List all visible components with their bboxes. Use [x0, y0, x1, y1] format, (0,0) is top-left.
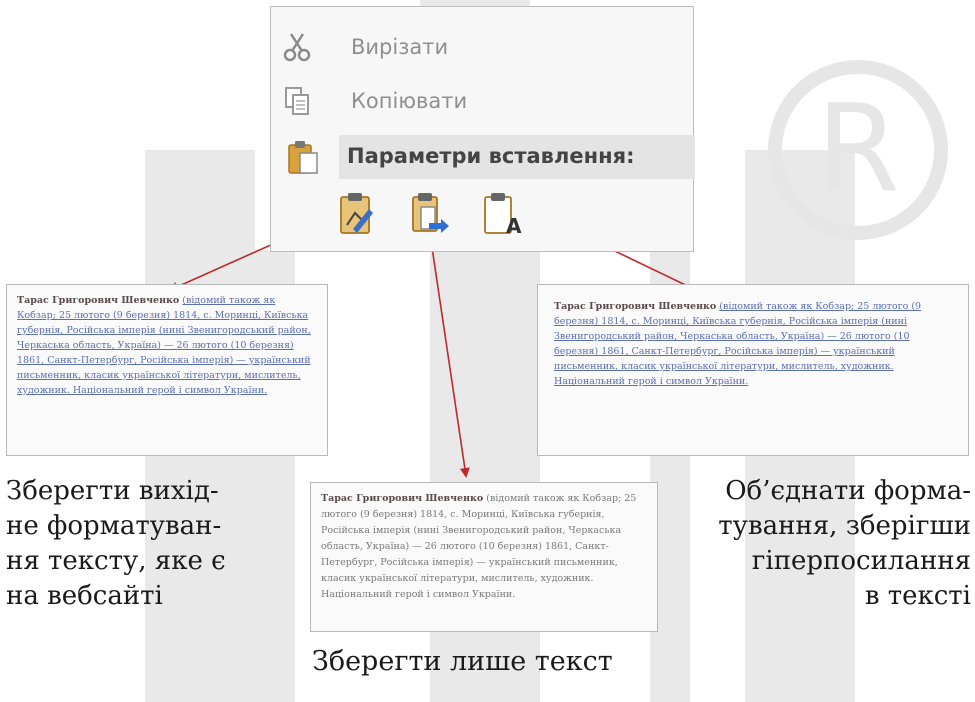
caption-right-line-3: гіперпосилання [751, 546, 971, 576]
svg-text:A: A [506, 214, 522, 238]
paste-text-only-icon[interactable]: A [479, 189, 525, 239]
menu-item-cut-label: Вирізати [351, 35, 449, 59]
paste-options-header: Параметри вставлення: [339, 135, 695, 179]
caption-right-line-1: Об’єднати форма- [725, 476, 971, 506]
paste-options-label: Параметри вставлення: [347, 144, 635, 168]
caption-left-line-2: не форматуван- [6, 511, 222, 541]
paste-merge-formatting-icon[interactable] [407, 189, 453, 239]
preview-right-name: Тарас Григорович Шевченко [554, 301, 717, 312]
menu-item-cut[interactable]: Вирізати [271, 29, 448, 65]
preview-merge-formatting: Тарас Григорович Шевченко (відомий також… [537, 284, 969, 456]
preview-left-name: Тарас Григорович Шевченко [17, 295, 180, 306]
caption-middle-text: Зберегти лише текст [312, 646, 613, 677]
copy-icon [277, 83, 317, 119]
preview-left-text: (відомий також як Кобзар; 25 лютого (9 б… [17, 295, 311, 396]
caption-middle: Зберегти лише текст [312, 644, 613, 679]
preview-text-only: Тарас Григорович Шевченко (відомий також… [310, 482, 658, 632]
menu-item-copy-label: Копіювати [351, 89, 468, 113]
preview-middle-text: (відомий також як Кобзар; 25 лютого (9 б… [321, 493, 637, 600]
clipboard-icon [283, 139, 323, 175]
caption-right: Об’єднати форма- тування, зберігши гіпер… [718, 474, 971, 614]
menu-item-copy[interactable]: Копіювати [271, 83, 467, 119]
caption-right-line-4: в тексті [864, 581, 971, 611]
caption-right-line-2: тування, зберігши [718, 511, 971, 541]
preview-keep-source: Тарас Григорович Шевченко (відомий також… [6, 284, 328, 456]
caption-left-line-3: ня тексту, яке є [6, 546, 226, 576]
arrow-to-middle [429, 233, 470, 478]
scissors-icon [277, 29, 317, 65]
caption-left-line-1: Зберегти вихід- [6, 476, 219, 506]
preview-middle-name: Тарас Григорович Шевченко [321, 493, 484, 504]
paste-options-row: A [335, 189, 525, 239]
caption-left-line-4: на вебсайті [6, 581, 163, 611]
context-menu: Вирізати Копіювати Параметри вставлення: [270, 6, 695, 252]
caption-left: Зберегти вихід- не форматуван- ня тексту… [6, 474, 226, 614]
preview-right-text: (відомий також як Кобзар; 25 лютого (9 б… [554, 301, 922, 387]
paste-keep-formatting-icon[interactable] [335, 189, 381, 239]
